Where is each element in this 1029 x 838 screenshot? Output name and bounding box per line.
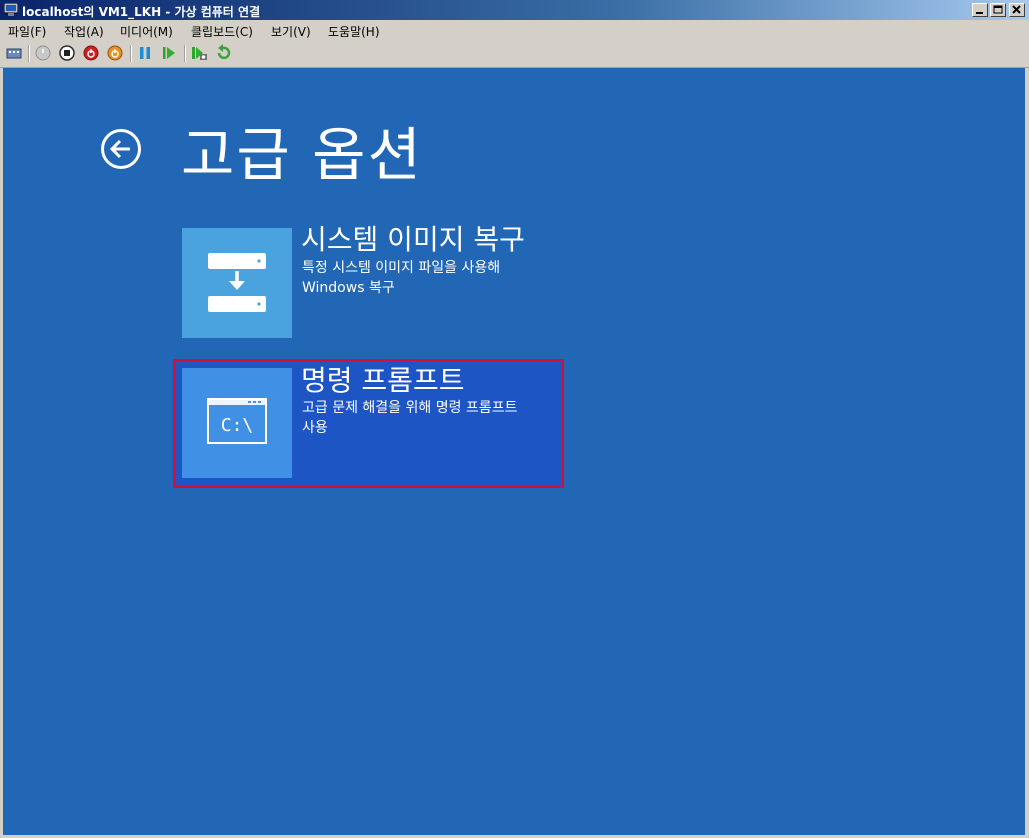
close-button[interactable] (1009, 3, 1025, 17)
shut-down-icon (83, 45, 99, 61)
command-prompt-desc: 고급 문제 해결을 위해 명령 프롬프트 사용 (302, 398, 562, 438)
close-icon (1012, 5, 1021, 14)
snapshot-icon (192, 47, 207, 60)
save-button[interactable] (106, 44, 124, 62)
start-button[interactable] (34, 44, 52, 62)
page-title: 고급 옵션 (181, 121, 423, 189)
shut-down-button[interactable] (82, 44, 100, 62)
window-title: localhost의 VM1_LKH - 가상 컴퓨터 연결 (22, 5, 261, 19)
desc-line: 고급 문제 해결을 위해 명령 프롬프트 (302, 400, 518, 416)
save-icon (107, 45, 123, 61)
snapshot-button[interactable] (190, 44, 208, 62)
pause-icon (140, 47, 150, 59)
revert-icon (217, 44, 231, 60)
pause-button[interactable] (136, 44, 154, 62)
command-prompt-tile[interactable]: C:\ (182, 368, 292, 478)
system-image-recovery-icon (208, 253, 266, 312)
menu-help[interactable]: 도움말(H) (328, 23, 380, 40)
start-icon (35, 45, 51, 61)
toolbar (0, 40, 1029, 68)
title-bar[interactable]: localhost의 VM1_LKH - 가상 컴퓨터 연결 (0, 0, 1029, 20)
desc-line: 사용 (302, 420, 328, 436)
menu-media[interactable]: 미디어(M) (120, 23, 173, 40)
maximize-button[interactable] (990, 3, 1006, 17)
system-image-recovery-tile[interactable] (182, 228, 292, 338)
vm-screen[interactable]: 고급 옵션 시스템 이미지 복구 특정 시스템 이미지 파일을 사용해 Wind… (3, 68, 1025, 835)
turn-off-icon (59, 45, 75, 61)
command-prompt-icon: C:\ (207, 398, 267, 444)
turn-off-button[interactable] (58, 44, 76, 62)
desc-line: Windows 복구 (302, 280, 395, 296)
ctrl-alt-del-button[interactable] (5, 44, 23, 62)
system-image-recovery-title[interactable]: 시스템 이미지 복구 (301, 218, 525, 258)
desc-line: 특정 시스템 이미지 파일을 사용해 (302, 260, 501, 276)
menu-bar: 파일(F) 작업(A) 미디어(M) 클립보드(C) 보기(V) 도움말(H) (0, 20, 1029, 40)
maximize-icon (993, 5, 1003, 14)
ctrl-alt-del-icon (6, 48, 22, 59)
minimize-button[interactable] (972, 3, 988, 17)
resume-icon (163, 47, 175, 59)
menu-clipboard[interactable]: 클립보드(C) (191, 23, 253, 40)
menu-action[interactable]: 작업(A) (64, 23, 104, 40)
resume-button[interactable] (160, 44, 178, 62)
command-prompt-title[interactable]: 명령 프롬프트 (301, 359, 464, 399)
menu-file[interactable]: 파일(F) (8, 23, 46, 40)
vm-connect-icon (4, 3, 18, 16)
back-arrow-icon[interactable] (100, 128, 142, 170)
command-prompt-icon-text: C:\ (221, 415, 254, 436)
revert-button[interactable] (214, 44, 232, 62)
system-image-recovery-desc: 특정 시스템 이미지 파일을 사용해 Windows 복구 (302, 258, 562, 298)
minimize-icon (976, 12, 983, 14)
menu-view[interactable]: 보기(V) (271, 23, 311, 40)
